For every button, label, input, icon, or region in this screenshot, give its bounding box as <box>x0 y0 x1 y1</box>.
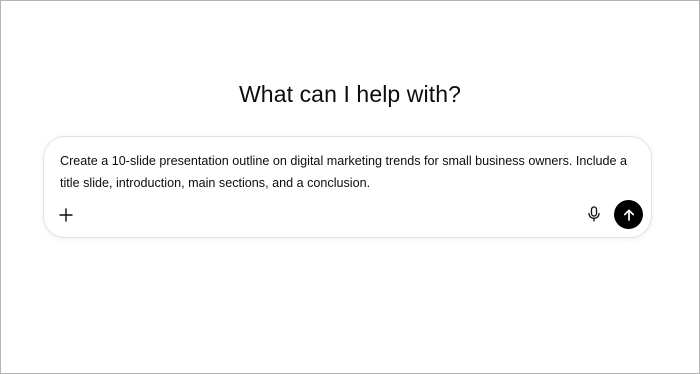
prompt-input[interactable]: Create a 10-slide presentation outline o… <box>60 150 645 194</box>
send-button[interactable] <box>614 200 643 229</box>
page-title: What can I help with? <box>239 81 461 107</box>
plus-icon <box>58 207 74 223</box>
prompt-composer: Create a 10-slide presentation outline o… <box>43 136 652 238</box>
attach-button[interactable] <box>54 203 78 227</box>
arrow-up-icon <box>622 208 636 222</box>
voice-input-button[interactable] <box>583 203 605 225</box>
microphone-icon <box>587 206 601 222</box>
